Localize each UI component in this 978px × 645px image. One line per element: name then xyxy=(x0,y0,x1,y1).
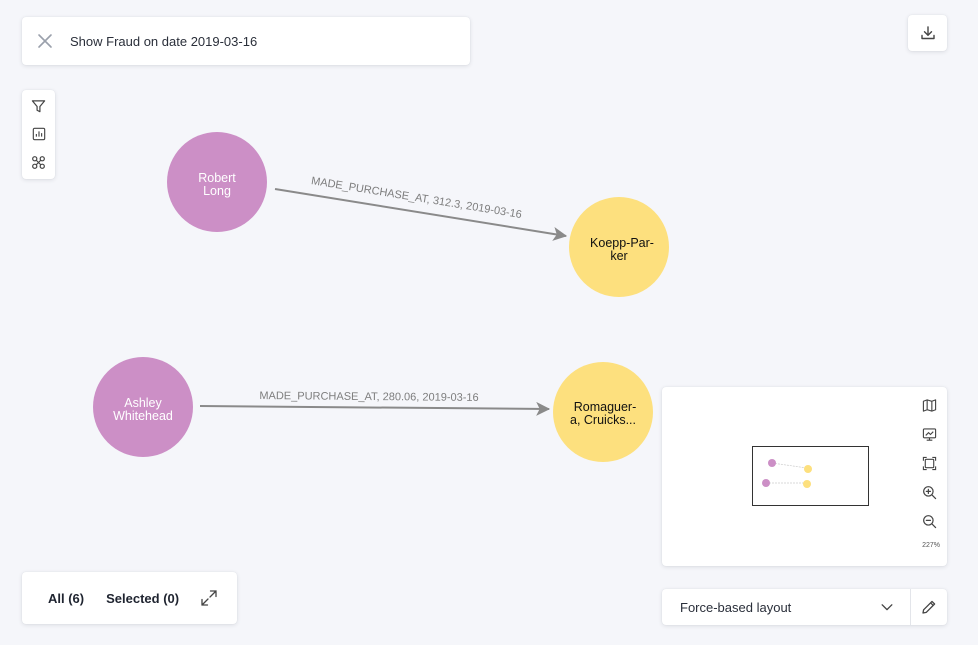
zoom-out-icon[interactable] xyxy=(919,511,939,531)
query-bar: Show Fraud on date 2019-03-16 xyxy=(22,17,470,65)
expand-icon[interactable] xyxy=(199,588,219,608)
close-icon[interactable] xyxy=(35,31,55,51)
left-toolbar xyxy=(22,90,55,179)
download-icon xyxy=(920,25,936,41)
node-label: Koepp-Par- xyxy=(590,236,654,250)
chevron-down-icon xyxy=(880,600,894,614)
node-label: Romaguer- xyxy=(574,400,637,414)
zoom-level: 227% xyxy=(922,542,940,549)
presentation-icon[interactable] xyxy=(919,424,939,444)
zoom-in-icon[interactable] xyxy=(919,482,939,502)
selection-panel: All (6) Selected (0) xyxy=(22,572,237,624)
node-label: Whitehead xyxy=(113,409,173,423)
map-icon[interactable] xyxy=(919,395,939,415)
edit-layout-button[interactable] xyxy=(911,589,947,625)
algorithm-icon[interactable] xyxy=(29,153,49,173)
layout-dropdown[interactable]: Force-based layout xyxy=(662,589,911,625)
tab-all[interactable]: All (6) xyxy=(48,591,84,606)
graph-node-merchant[interactable]: Romaguer- a, Cruicks... xyxy=(553,362,653,462)
layout-label: Force-based layout xyxy=(680,599,792,615)
node-label: Ashley xyxy=(124,396,162,410)
pencil-icon xyxy=(921,599,937,615)
graph-node-person[interactable]: Ashley Whitehead xyxy=(93,357,193,457)
minimap-panel: 227% xyxy=(662,387,947,566)
graph-node-merchant[interactable]: Koepp-Par- ker xyxy=(569,197,669,297)
node-label: a, Cruicks... xyxy=(570,413,636,427)
edge-label: MADE_PURCHASE_AT, 312.3, 2019-03-16 xyxy=(310,175,522,221)
graph-node-person[interactable]: Robert Long xyxy=(167,132,267,232)
graph-edge[interactable]: MADE_PURCHASE_AT, 312.3, 2019-03-16 xyxy=(274,175,568,241)
node-label: Robert xyxy=(198,171,236,185)
minimap-viewport[interactable] xyxy=(752,446,869,506)
download-button[interactable] xyxy=(908,15,947,51)
layout-panel: Force-based layout xyxy=(662,589,947,625)
filter-icon[interactable] xyxy=(29,96,49,116)
map-toolbar xyxy=(919,395,939,540)
edge-label: MADE_PURCHASE_AT, 280.06, 2019-03-16 xyxy=(259,390,478,404)
tab-selected[interactable]: Selected (0) xyxy=(106,591,179,606)
query-text: Show Fraud on date 2019-03-16 xyxy=(70,33,258,49)
chart-icon[interactable] xyxy=(29,124,49,144)
fit-screen-icon[interactable] xyxy=(919,453,939,473)
node-label: ker xyxy=(610,249,627,263)
graph-edge[interactable]: MADE_PURCHASE_AT, 280.06, 2019-03-16 xyxy=(199,390,551,416)
node-label: Long xyxy=(203,184,231,198)
